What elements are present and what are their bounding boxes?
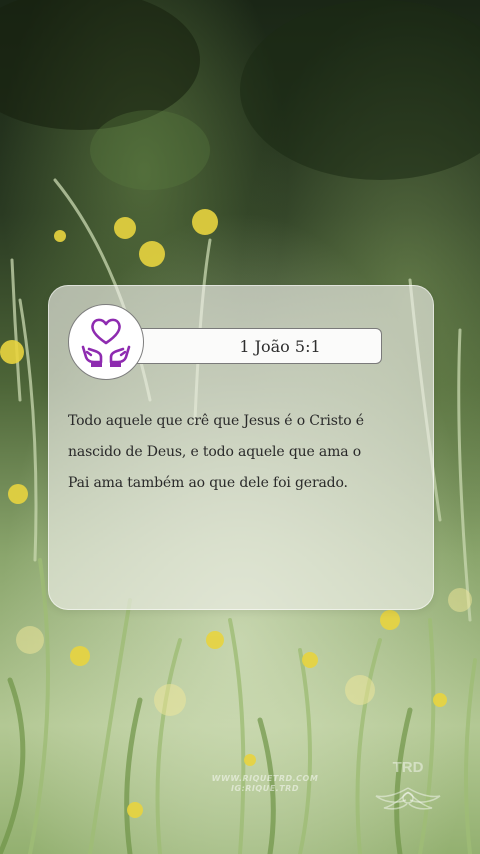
watermark-instagram: IG:RIQUE.TRD bbox=[231, 784, 299, 793]
wings-logo-icon: TRD bbox=[375, 759, 441, 810]
verse-reference: 1 João 5:1 bbox=[239, 337, 321, 356]
watermark-logo-text: TRD bbox=[393, 759, 424, 776]
verse-line: nascido de Deus, e todo aquele que ama o bbox=[68, 444, 362, 460]
watermark-website: WWW.RIQUETRD.COM bbox=[211, 774, 319, 783]
verse-line: Todo aquele que crê que Jesus é o Cristo… bbox=[68, 413, 364, 429]
verse-text: Todo aquele que crê que Jesus é o Cristo… bbox=[68, 406, 418, 499]
watermark-text: WWW.RIQUETRD.COM IG:RIQUE.TRD bbox=[190, 774, 340, 794]
verse-line: Pai ama também ao que dele foi gerado. bbox=[68, 475, 348, 491]
heart-in-hands-icon bbox=[81, 318, 131, 367]
icon-badge bbox=[68, 304, 144, 380]
